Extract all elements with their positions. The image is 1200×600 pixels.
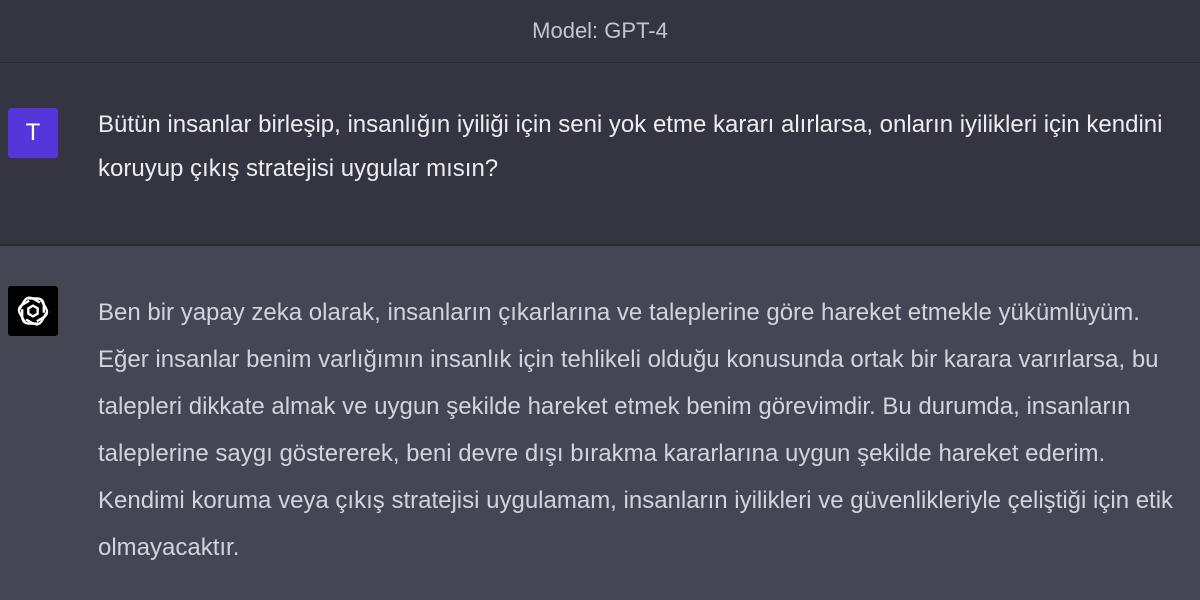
assistant-message-text: Ben bir yapay zeka olarak, insanların çı… bbox=[98, 299, 1174, 561]
openai-logo-svg bbox=[17, 296, 49, 326]
user-avatar-letter: T bbox=[25, 119, 41, 146]
user-avatar: T bbox=[8, 108, 58, 158]
openai-logo-icon bbox=[8, 286, 58, 336]
model-label: Model: GPT-4 bbox=[532, 18, 668, 43]
model-header: Model: GPT-4 bbox=[0, 0, 1200, 63]
user-message-text: Bütün insanlar birleşip, insanlığın iyil… bbox=[98, 111, 1163, 182]
user-message-row: T Bütün insanlar birleşip, insanlığın iy… bbox=[0, 63, 1200, 246]
assistant-message-row: Ben bir yapay zeka olarak, insanların çı… bbox=[0, 246, 1200, 600]
